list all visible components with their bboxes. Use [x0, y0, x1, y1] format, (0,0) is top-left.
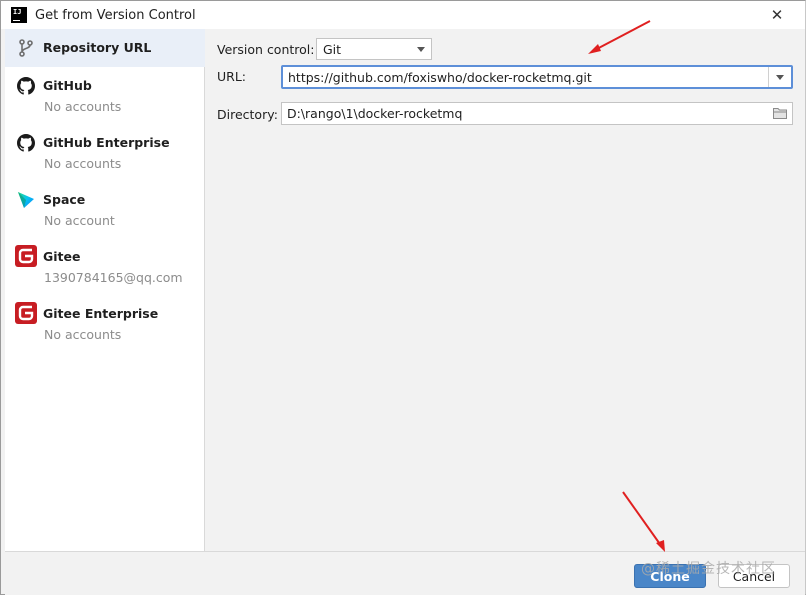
app-icon-text: IJ — [13, 8, 22, 16]
intellij-app-icon: IJ — [11, 7, 27, 23]
sidebar-item-status: No accounts — [44, 99, 122, 114]
version-control-value: Git — [323, 41, 342, 57]
sidebar-item-status: No accounts — [44, 327, 122, 342]
sidebar-item-label: GitHub Enterprise — [43, 135, 170, 150]
github-icon — [15, 75, 37, 97]
url-input[interactable]: https://github.com/foxiswho/docker-rocke… — [281, 65, 793, 89]
url-label: URL: — [217, 69, 247, 84]
sidebar-item-github[interactable]: GitHub No accounts — [5, 71, 205, 123]
sidebar-item-status: No accounts — [44, 156, 122, 171]
sidebar-item-label: Repository URL — [43, 40, 152, 55]
url-input-value: https://github.com/foxiswho/docker-rocke… — [288, 70, 592, 85]
close-button[interactable]: ✕ — [767, 5, 787, 25]
sidebar-item-label: Space — [43, 192, 86, 207]
directory-input-value: D:\rango\1\docker-rocketmq — [287, 106, 463, 121]
url-dropdown-separator — [768, 67, 769, 87]
space-icon — [15, 189, 37, 211]
sidebar-item-repository-url[interactable]: Repository URL — [5, 29, 205, 67]
sidebar-item-gitee[interactable]: Gitee 1390784165@qq.com — [5, 242, 205, 294]
sidebar-item-label: Gitee — [43, 249, 81, 264]
chevron-down-icon — [417, 47, 425, 52]
close-icon: ✕ — [770, 6, 784, 24]
sidebar-item-label: Gitee Enterprise — [43, 306, 159, 321]
repository-url-panel: Version control: Git URL: https://github… — [206, 29, 805, 551]
provider-sidebar: Repository URL GitHub No accounts GitHub… — [5, 29, 205, 551]
sidebar-item-space[interactable]: Space No account — [5, 185, 205, 237]
browse-folder-icon[interactable] — [773, 107, 787, 119]
directory-input[interactable]: D:\rango\1\docker-rocketmq — [281, 102, 793, 125]
sidebar-item-label: GitHub — [43, 78, 92, 93]
directory-label: Directory: — [217, 107, 278, 122]
dialog-window: IJ Get from Version Control ✕ Repository… — [0, 0, 806, 595]
sidebar-item-github-enterprise[interactable]: GitHub Enterprise No accounts — [5, 128, 205, 180]
title-bar: IJ Get from Version Control ✕ — [1, 1, 805, 29]
url-history-dropdown-icon[interactable] — [776, 75, 784, 80]
version-control-label: Version control: — [217, 42, 315, 57]
sidebar-item-status: 1390784165@qq.com — [44, 270, 183, 285]
background-strip — [806, 0, 812, 595]
branch-icon — [15, 37, 37, 59]
window-title: Get from Version Control — [35, 7, 196, 23]
version-control-dropdown[interactable]: Git — [316, 38, 432, 60]
github-icon — [15, 132, 37, 154]
sidebar-item-gitee-enterprise[interactable]: Gitee Enterprise No accounts — [5, 299, 205, 351]
gitee-icon — [15, 245, 37, 267]
gitee-icon — [15, 302, 37, 324]
watermark: @稀土掘金技术社区 — [641, 561, 776, 577]
sidebar-item-status: No account — [44, 213, 115, 228]
